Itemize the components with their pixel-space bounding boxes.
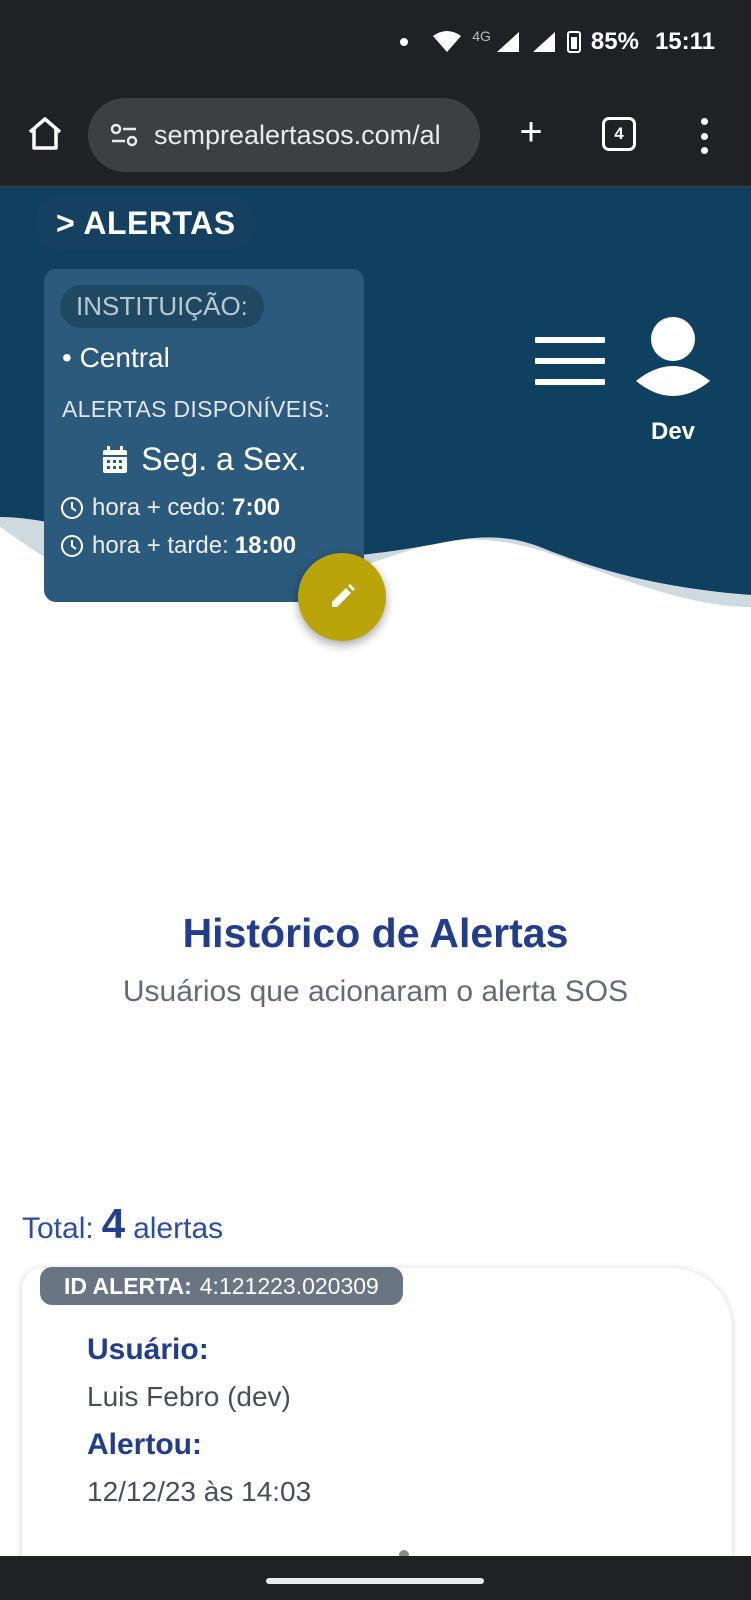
calendar-icon <box>103 445 128 473</box>
home-button[interactable] <box>24 112 66 154</box>
edit-icon <box>332 584 355 607</box>
user-profile-button[interactable]: Dev <box>634 317 712 446</box>
clock-time: 15:11 <box>654 28 715 55</box>
total-prefix: Total: <box>22 1212 94 1245</box>
status-bar: 4G 85% 15:11 <box>0 0 751 88</box>
address-bar[interactable]: semprealertasos.com/al <box>88 98 480 172</box>
user-field-value: Luis Febro (dev) <box>87 1381 291 1412</box>
alerted-field-label: Alertou: <box>87 1428 202 1461</box>
total-count: 4 <box>101 1200 126 1247</box>
section-title: > ALERTAS <box>36 196 256 250</box>
early-label: hora + cedo: <box>92 494 227 521</box>
institution-value: • Central <box>62 342 170 373</box>
alerted-field-value: 12/12/23 às 14:03 <box>87 1476 312 1507</box>
page-subtitle: Usuários que acionaram o alerta SOS <box>122 975 629 1008</box>
site-settings-icon[interactable] <box>108 119 140 151</box>
early-time-row: hora + cedo: 7:00 <box>60 494 348 522</box>
institution-label: INSTITUIÇÃO: <box>60 285 264 328</box>
late-label: hora + tarde: <box>92 532 229 559</box>
app-header: > ALERTAS INSTITUIÇÃO: • Central ALERTAS… <box>0 187 751 641</box>
tab-switcher-button[interactable]: 4 <box>602 117 636 151</box>
clock-icon <box>61 535 83 557</box>
alert-id-label: ID ALERTA: <box>64 1272 192 1299</box>
days-text: Seg. a Sex. <box>141 441 307 477</box>
gesture-handle[interactable] <box>266 1578 484 1584</box>
available-days: Seg. a Sex. <box>60 441 348 478</box>
browser-toolbar: semprealertasos.com/al + 4 <box>0 88 751 187</box>
battery-level: 85% <box>590 28 639 55</box>
user-icon <box>636 317 710 396</box>
system-navigation-bar <box>0 1556 751 1600</box>
home-icon <box>28 117 62 150</box>
signal-icon <box>496 32 519 52</box>
browser-menu-button[interactable] <box>694 118 714 154</box>
institution-card: INSTITUIÇÃO: • Central ALERTAS DISPONÍVE… <box>44 269 364 602</box>
url-text[interactable]: semprealertasos.com/al <box>154 120 441 151</box>
menu-icon[interactable] <box>535 337 605 385</box>
user-name: Dev <box>650 418 696 445</box>
late-time: 18:00 <box>234 532 297 559</box>
alert-id-badge: ID ALERTA: 4:121223.020309 <box>40 1267 403 1305</box>
clock-icon <box>61 497 83 519</box>
edit-button[interactable] <box>298 553 386 641</box>
battery-icon <box>566 31 581 53</box>
available-alerts-label: ALERTAS DISPONÍVEIS: <box>62 396 331 422</box>
signal-2-icon <box>532 32 555 52</box>
page-title: Histórico de Alertas <box>182 910 569 956</box>
notification-dot-icon <box>400 38 409 46</box>
wifi-icon <box>433 31 462 52</box>
total-alerts: Total: 4 alertas <box>22 1200 223 1248</box>
early-time: 7:00 <box>232 494 281 521</box>
user-field-label: Usuário: <box>87 1333 209 1366</box>
network-type: 4G <box>472 28 491 44</box>
total-suffix: alertas <box>133 1212 224 1245</box>
alert-id-value: 4:121223.020309 <box>199 1272 379 1299</box>
late-time-row: hora + tarde: 18:00 <box>60 532 348 560</box>
new-tab-button[interactable]: + <box>510 112 552 154</box>
